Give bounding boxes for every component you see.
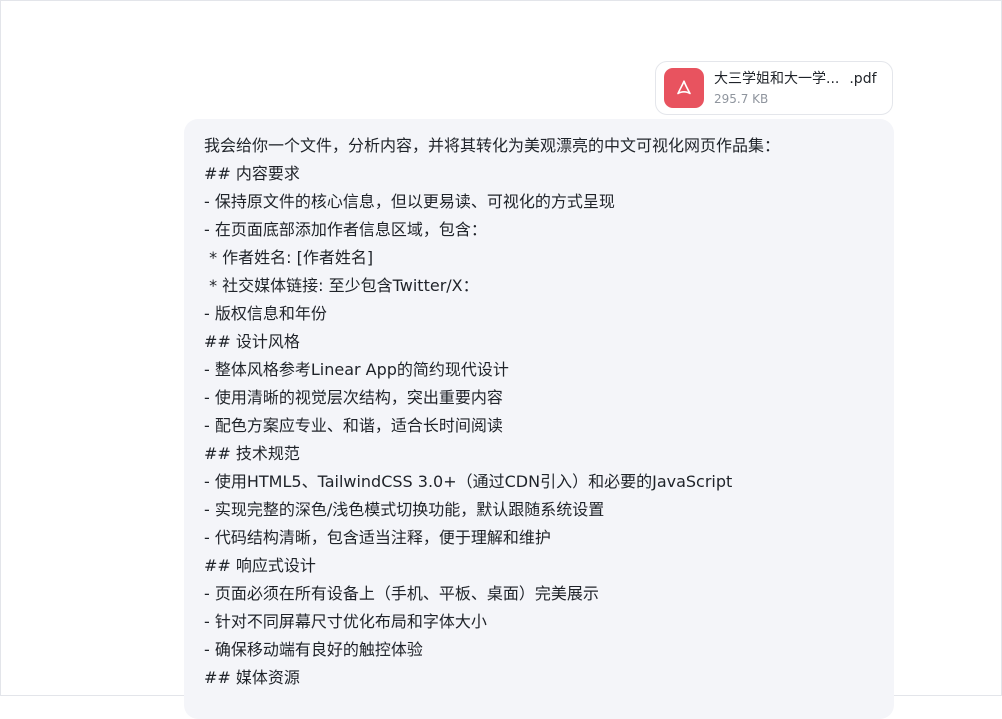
file-name: 大三学姐和大一学... [714, 70, 840, 87]
message-line: - 版权信息和年份 [204, 304, 327, 323]
file-name-row: 大三学姐和大一学... .pdf [714, 70, 877, 88]
message-line: 我会给你一个文件，分析内容，并将其转化为美观漂亮的中文可视化网页作品集： [204, 136, 781, 155]
message-line: ## 内容要求 [204, 164, 300, 183]
acrobat-icon [677, 80, 691, 95]
message-line: - 实现完整的深色/浅色模式切换功能，默认跟随系统设置 [204, 500, 605, 519]
message-line: * 作者姓名: [作者姓名] [204, 248, 374, 267]
file-extension: .pdf [849, 70, 877, 87]
pdf-attachment-card[interactable]: 大三学姐和大一学... .pdf 295.7 KB [655, 61, 893, 115]
message-line: ## 技术规范 [204, 444, 300, 463]
message-line: - 确保移动端有良好的触控体验 [204, 640, 423, 659]
message-line: - 代码结构清晰，包含适当注释，便于理解和维护 [204, 528, 551, 547]
message-line: - 在页面底部添加作者信息区域，包含： [204, 220, 487, 239]
user-message-bubble: 我会给你一个文件，分析内容，并将其转化为美观漂亮的中文可视化网页作品集： ## … [184, 119, 894, 719]
file-size: 295.7 KB [714, 91, 769, 106]
message-line: - 保持原文件的核心信息，但以更易读、可视化的方式呈现 [204, 192, 615, 211]
message-line: - 页面必须在所有设备上（手机、平板、桌面）完美展示 [204, 584, 599, 603]
message-line: - 配色方案应专业、和谐，适合长时间阅读 [204, 416, 503, 435]
chat-area: 大三学姐和大一学... .pdf 295.7 KB 我会给你一个文件，分析内容，… [1, 1, 1001, 719]
message-line: ## 响应式设计 [204, 556, 316, 575]
message-line: * 社交媒体链接: 至少包含Twitter/X： [204, 276, 479, 295]
message-line: - 使用清晰的视觉层次结构，突出重要内容 [204, 388, 503, 407]
pdf-file-icon [664, 68, 704, 108]
message-line: - 使用HTML5、TailwindCSS 3.0+（通过CDN引入）和必要的J… [204, 472, 733, 491]
message-line: ## 设计风格 [204, 332, 300, 351]
message-line: ## 媒体资源 [204, 668, 300, 687]
message-line: - 整体风格参考Linear App的简约现代设计 [204, 360, 509, 379]
message-line: - 针对不同屏幕尺寸优化布局和字体大小 [204, 612, 487, 631]
file-info: 大三学姐和大一学... .pdf 295.7 KB [714, 70, 877, 107]
